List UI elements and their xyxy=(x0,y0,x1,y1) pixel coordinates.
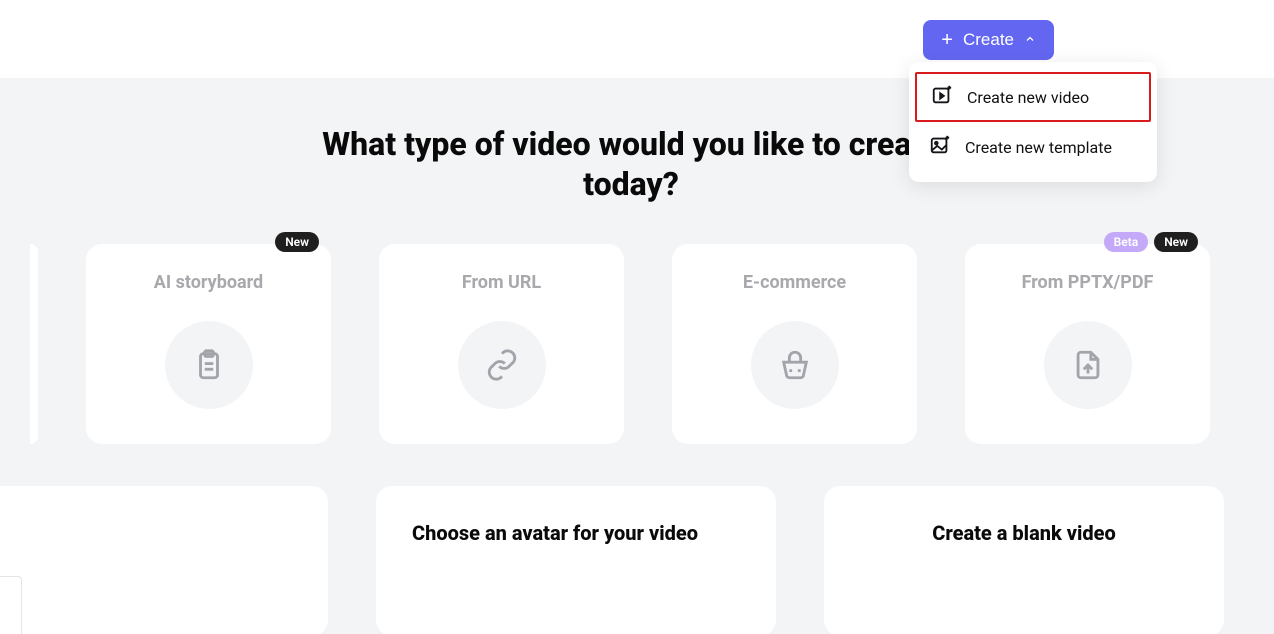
create-dropdown: Create new video Create new template xyxy=(909,62,1157,182)
chevron-up-icon xyxy=(1024,33,1036,48)
video-play-icon xyxy=(931,84,953,110)
bottom-row: Choose an avatar for your video Create a… xyxy=(0,486,1262,634)
top-bar: + Create Create new video Create new tem… xyxy=(0,0,1274,78)
card-from-url[interactable]: From URL xyxy=(379,244,624,444)
dropdown-item-label: Create new video xyxy=(967,88,1089,107)
bottom-left-tab[interactable] xyxy=(0,576,22,634)
card-title: From URL xyxy=(462,272,541,293)
card-from-pptx-pdf[interactable]: Beta New From PPTX/PDF xyxy=(965,244,1210,444)
card-ai-storyboard[interactable]: New AI storyboard xyxy=(86,244,331,444)
panel-title: Create a blank video xyxy=(860,520,1188,546)
badge-new: New xyxy=(275,232,319,252)
panel-title: Choose an avatar for your video xyxy=(412,520,740,546)
badge-beta: Beta xyxy=(1104,232,1149,252)
card-title: From PPTX/PDF xyxy=(1022,272,1154,293)
badge-new: New xyxy=(1154,232,1198,252)
cards-row: New AI storyboard From URL E-commerce xyxy=(0,244,1262,486)
page-heading: What type of video would you like to cre… xyxy=(281,78,981,244)
file-upload-icon xyxy=(1044,321,1132,409)
create-button[interactable]: + Create xyxy=(923,20,1054,60)
dropdown-item-new-video[interactable]: Create new video xyxy=(915,72,1151,122)
create-button-label: Create xyxy=(963,30,1014,50)
dropdown-item-label: Create new template xyxy=(965,138,1112,157)
panel-choose-avatar[interactable]: Choose an avatar for your video xyxy=(376,486,776,634)
link-icon xyxy=(458,321,546,409)
panel-blank-video[interactable]: Create a blank video xyxy=(824,486,1224,634)
card-sliver-left[interactable] xyxy=(30,244,38,444)
panel-sliver-left[interactable] xyxy=(0,486,328,634)
badges: New xyxy=(275,232,319,252)
card-title: AI storyboard xyxy=(154,272,263,293)
badges: Beta New xyxy=(1104,232,1198,252)
plus-icon: + xyxy=(941,30,953,50)
card-ecommerce[interactable]: E-commerce xyxy=(672,244,917,444)
clipboard-icon xyxy=(165,321,253,409)
dropdown-item-new-template[interactable]: Create new template xyxy=(909,122,1157,172)
basket-icon xyxy=(751,321,839,409)
card-title: E-commerce xyxy=(743,272,846,293)
image-icon xyxy=(929,134,951,160)
